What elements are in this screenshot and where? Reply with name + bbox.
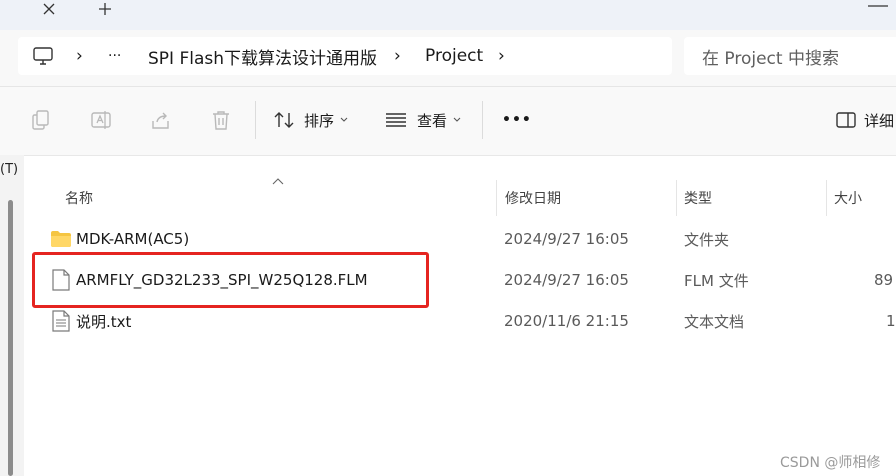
column-divider[interactable]: [826, 180, 827, 216]
column-divider[interactable]: [496, 180, 497, 216]
sort-button[interactable]: 排序: [274, 104, 348, 136]
breadcrumb[interactable]: › ··· SPI Flash下载算法设计通用版 › Project ›: [18, 37, 672, 75]
details-label: 详细: [864, 111, 895, 130]
sort-ascending-icon: [272, 178, 284, 185]
navigation-pane-label[interactable]: (T): [0, 162, 18, 177]
chevron-right-icon[interactable]: ›: [394, 37, 401, 75]
file-date: 2024/9/27 16:05: [504, 230, 629, 248]
computer-icon[interactable]: [32, 37, 54, 75]
file-date: 2024/9/27 16:05: [504, 271, 629, 289]
watermark: CSDN @师相修: [780, 455, 881, 471]
details-pane-button[interactable]: 详细: [836, 104, 894, 136]
copy-icon[interactable]: [30, 109, 52, 131]
column-header: 名称 修改日期 类型 大小: [24, 180, 896, 216]
breadcrumb-overflow[interactable]: ···: [108, 37, 121, 75]
file-type: 文本文档: [684, 312, 745, 331]
file-date: 2020/11/6 21:15: [504, 312, 629, 330]
view-label: 查看: [417, 111, 448, 130]
view-button[interactable]: 查看: [385, 104, 461, 136]
file-type: FLM 文件: [684, 271, 749, 290]
file-size: 1: [886, 312, 896, 330]
column-size[interactable]: 大小: [834, 180, 862, 216]
column-name[interactable]: 名称: [65, 180, 93, 216]
more-options-button[interactable]: •••: [502, 104, 532, 136]
command-bar: 排序 查看 ••• 详细: [0, 87, 896, 156]
chevron-right-icon[interactable]: ›: [498, 37, 505, 75]
file-size: 89: [874, 271, 894, 289]
column-divider[interactable]: [676, 180, 677, 216]
toolbar-divider: [255, 101, 256, 139]
toolbar-divider: [482, 101, 483, 139]
delete-icon[interactable]: [210, 109, 232, 131]
search-input[interactable]: 在 Project 中搜索: [702, 37, 839, 75]
navigation-scrollbar[interactable]: [8, 200, 13, 476]
sort-icon: [274, 112, 294, 128]
close-tab-icon[interactable]: [38, 0, 60, 18]
column-date[interactable]: 修改日期: [505, 180, 561, 216]
file-type: 文件夹: [684, 230, 730, 249]
new-tab-icon[interactable]: [94, 0, 116, 18]
list-view-icon: [386, 113, 406, 127]
chevron-right-icon[interactable]: ›: [76, 37, 83, 75]
chevron-down-icon: [340, 117, 348, 122]
window-controls[interactable]: [858, 0, 896, 10]
share-icon[interactable]: [150, 109, 172, 131]
breadcrumb-item-spi-flash[interactable]: SPI Flash下载算法设计通用版: [148, 37, 377, 75]
details-pane-icon: [836, 112, 856, 128]
chevron-down-icon: [453, 117, 461, 122]
search-box[interactable]: 在 Project 中搜索: [684, 37, 896, 75]
column-type[interactable]: 类型: [684, 180, 712, 216]
breadcrumb-item-project[interactable]: Project: [425, 37, 483, 75]
address-bar: › ··· SPI Flash下载算法设计通用版 › Project › 在 P…: [0, 30, 896, 87]
rename-icon[interactable]: [90, 109, 112, 131]
sort-label: 排序: [304, 111, 335, 130]
highlight-box: [32, 252, 429, 308]
tab-bar: [0, 0, 896, 30]
